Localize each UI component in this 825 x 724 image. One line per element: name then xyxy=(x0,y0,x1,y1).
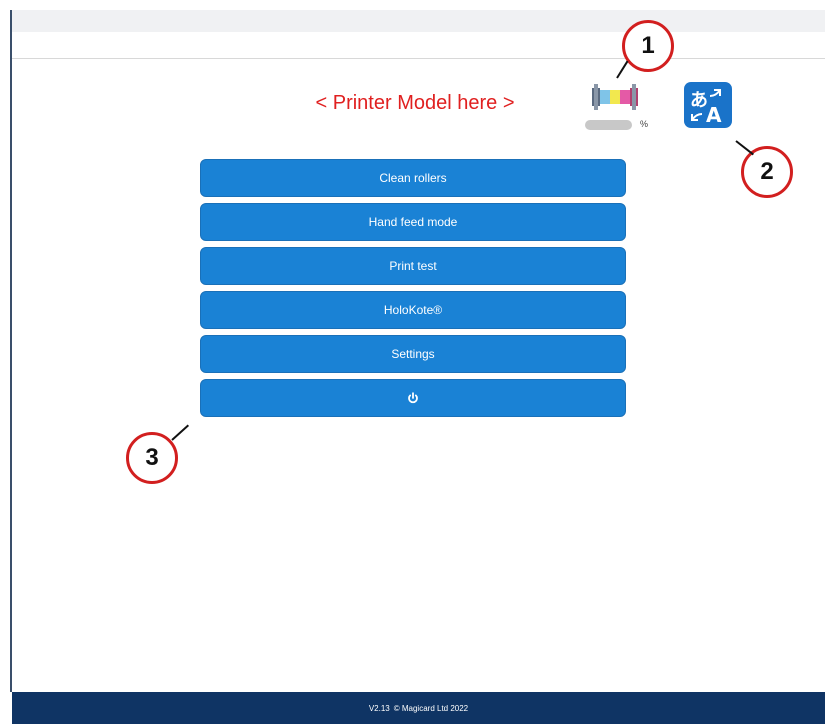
ribbon-level-bar xyxy=(585,120,632,130)
main-menu: Clean rollers Hand feed mode Print test … xyxy=(200,159,626,423)
header-divider xyxy=(12,58,825,59)
callout-1-leader xyxy=(616,60,629,79)
callout-2-leader xyxy=(735,140,754,156)
callout-3: 3 xyxy=(126,432,178,484)
callout-1: 1 xyxy=(622,20,674,72)
ribbon-percent-label: % xyxy=(640,119,649,129)
copyright-label: © Magicard Ltd 2022 xyxy=(393,703,469,713)
ribbon-icon xyxy=(592,84,638,110)
callout-3-leader xyxy=(171,424,190,441)
settings-button[interactable]: Settings xyxy=(200,335,626,373)
power-button[interactable] xyxy=(200,379,626,417)
window-left-border xyxy=(10,10,12,692)
callout-2: 2 xyxy=(741,146,793,198)
language-button[interactable]: あ A xyxy=(684,82,732,128)
top-bar xyxy=(12,10,825,32)
app-window: < Printer Model here > % あ A Clean rolle… xyxy=(0,0,825,724)
printer-model-title: < Printer Model here > xyxy=(315,92,515,114)
svg-text:A: A xyxy=(706,103,722,127)
translate-icon: あ A xyxy=(690,89,722,127)
footer: V2.13 © Magicard Ltd 2022 xyxy=(12,692,825,724)
holokote-button[interactable]: HoloKote® xyxy=(200,291,626,329)
version-label: V2.13 xyxy=(368,703,390,713)
clean-rollers-button[interactable]: Clean rollers xyxy=(200,159,626,197)
print-test-button[interactable]: Print test xyxy=(200,247,626,285)
power-icon xyxy=(408,392,418,404)
hand-feed-mode-button[interactable]: Hand feed mode xyxy=(200,203,626,241)
